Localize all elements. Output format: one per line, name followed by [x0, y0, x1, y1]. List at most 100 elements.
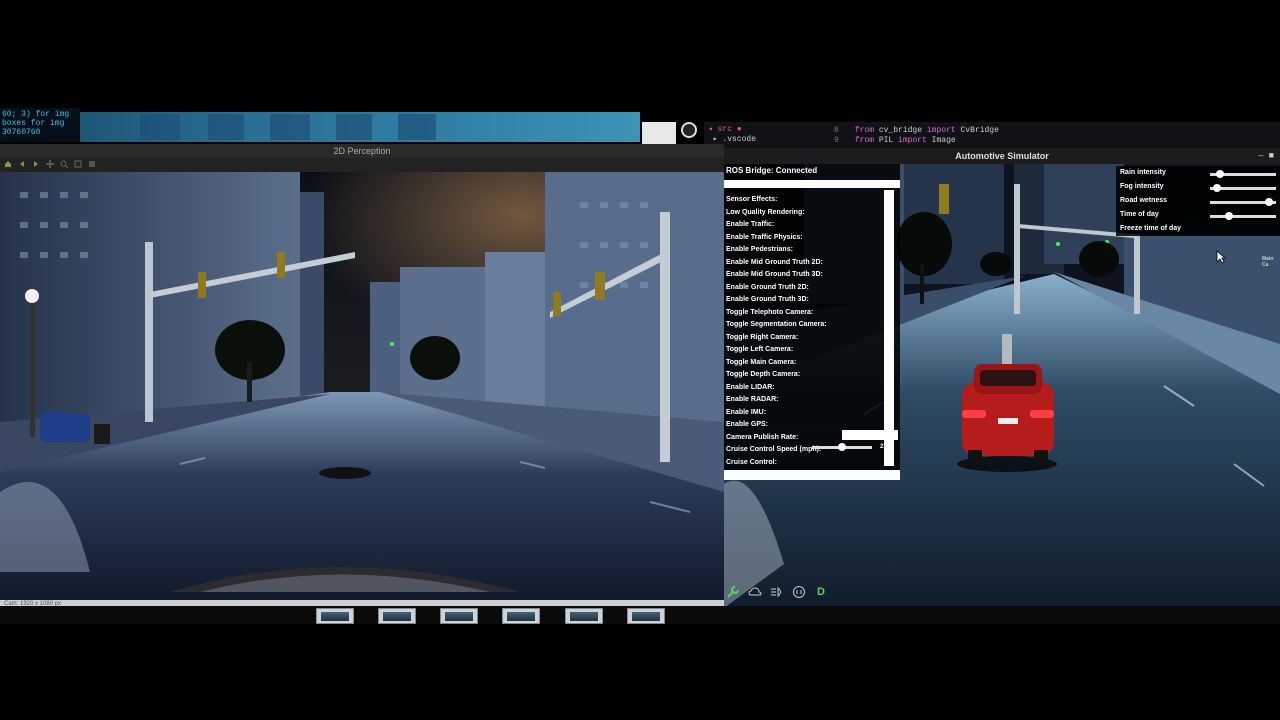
taskbar-thumbnail[interactable] — [316, 608, 354, 624]
back-icon[interactable] — [18, 160, 26, 168]
close-icon[interactable]: ■ — [1269, 150, 1274, 160]
save-icon[interactable] — [88, 160, 96, 168]
setting-sensor-effects[interactable]: Sensor Effects: — [726, 194, 827, 207]
weather-row-fog: Fog intensity — [1120, 183, 1278, 195]
configure-icon[interactable] — [74, 160, 82, 168]
ros-bridge-status: ROS Bridge: Connected — [726, 166, 817, 175]
file-tree: ◂ src ● ▸ .vscode — [708, 125, 756, 145]
camera-thumb-icon — [398, 114, 436, 140]
background-window-strip — [80, 112, 640, 142]
publish-rate-input[interactable] — [842, 430, 898, 440]
setting-enable-imu[interactable]: Enable IMU: — [726, 407, 827, 420]
drive-icon[interactable]: D — [814, 585, 828, 599]
setting-cruise-control[interactable]: Cruise Control: — [726, 457, 827, 470]
weather-row-rain: Rain intensity — [1120, 169, 1278, 181]
setting-telephoto-camera[interactable]: Toggle Telephoto Camera: — [726, 307, 827, 320]
minimize-icon[interactable]: – — [1259, 150, 1264, 160]
setting-enable-pedestrians[interactable]: Enable Pedestrians: — [726, 244, 827, 257]
panel-footer — [724, 470, 900, 480]
terminal-window[interactable]: 60; 3) for img boxes for img 30760760 — [0, 108, 80, 142]
terminal-line: 60; 3) for img — [2, 110, 70, 119]
rain-slider[interactable] — [1210, 170, 1276, 178]
slider-handle[interactable] — [1212, 184, 1221, 192]
taskbar-thumbnail[interactable] — [378, 608, 416, 624]
rain-label: Rain intensity — [1120, 169, 1166, 176]
headlights-icon[interactable] — [770, 585, 784, 599]
weather-row-time: Time of day — [1120, 211, 1278, 223]
wrench-icon[interactable] — [726, 585, 740, 599]
settings-list: Sensor Effects: Low Quality Rendering: E… — [726, 194, 827, 469]
ros-bridge-value: Connected — [775, 166, 818, 175]
cruise-speed-slider[interactable] — [812, 443, 872, 451]
setting-enable-traffic[interactable]: Enable Traffic: — [726, 219, 827, 232]
wetness-label: Road wetness — [1120, 197, 1168, 204]
home-icon[interactable] — [4, 160, 12, 168]
ros-bridge-label: ROS Bridge: — [726, 166, 774, 175]
pan-icon[interactable] — [46, 160, 54, 168]
forward-icon[interactable] — [32, 160, 40, 168]
weather-row-wetness: Road wetness — [1120, 197, 1278, 209]
slider-handle[interactable] — [1215, 170, 1224, 178]
terminal-line: 30760760 — [2, 128, 41, 137]
window-thumb — [208, 114, 244, 140]
setting-ground-truth-2d[interactable]: Enable Ground Truth 2D: — [726, 282, 827, 295]
cruise-speed-value: 21.0 — [880, 444, 892, 450]
setting-right-camera[interactable]: Toggle Right Camera: — [726, 332, 827, 345]
window-controls: – ■ — [1259, 150, 1274, 160]
city-street-render — [0, 172, 724, 600]
setting-left-camera[interactable]: Toggle Left Camera: — [726, 344, 827, 357]
zoom-icon[interactable] — [60, 160, 68, 168]
taskbar-thumbnail[interactable] — [565, 608, 603, 624]
cruise-control-checkbox[interactable] — [884, 456, 894, 466]
taskbar-thumbnail[interactable] — [502, 608, 540, 624]
screen: 60; 3) for img boxes for img 30760760 ◂ … — [0, 0, 1280, 720]
weather-panel: Rain intensity Fog intensity Road wetnes… — [1116, 166, 1280, 236]
window-title: 2D Perception — [0, 144, 724, 158]
setting-enable-traffic-physics[interactable]: Enable Traffic Physics: — [726, 232, 827, 245]
window-title: Automotive Simulator — [724, 148, 1280, 164]
window-thumb — [140, 114, 180, 140]
setting-mid-ground-truth-2d[interactable]: Enable Mid Ground Truth 2D: — [726, 257, 827, 270]
setting-enable-lidar[interactable]: Enable LIDAR: — [726, 382, 827, 395]
code-lines: 8 from cv_bridge import CvBridge 9 from … — [834, 126, 999, 146]
slider-handle[interactable] — [1224, 212, 1233, 220]
slider-handle[interactable] — [838, 443, 846, 451]
taskbar-thumbnail[interactable] — [627, 608, 665, 624]
setting-mid-ground-truth-3d[interactable]: Enable Mid Ground Truth 3D: — [726, 269, 827, 282]
perception-window[interactable]: 2D Perception Cam: 1920 x 1080 px — [0, 144, 724, 608]
blank-panel — [642, 122, 676, 144]
code-line: 9 from PIL import Image — [834, 136, 956, 145]
sensor-settings-panel: ROS Bridge: Connected Sensor Effects: Lo… — [724, 164, 900, 480]
taskbar — [0, 606, 1280, 624]
window-thumb — [336, 114, 372, 140]
time-label: Time of day — [1120, 211, 1159, 218]
code-editor[interactable]: ◂ src ● ▸ .vscode 8 from cv_bridge impor… — [704, 122, 1280, 148]
setting-low-quality-rendering[interactable]: Low Quality Rendering: — [726, 207, 827, 220]
setting-enable-radar[interactable]: Enable RADAR: — [726, 394, 827, 407]
cloud-icon[interactable] — [748, 585, 762, 599]
setting-segmentation-camera[interactable]: Toggle Segmentation Camera: — [726, 319, 827, 332]
slider-handle[interactable] — [1265, 198, 1274, 206]
setting-ground-truth-3d[interactable]: Enable Ground Truth 3D: — [726, 294, 827, 307]
perception-toolbar — [4, 160, 96, 168]
window-thumb — [270, 114, 310, 140]
time-slider[interactable] — [1210, 212, 1276, 220]
freeze-time-label[interactable]: Freeze time of day — [1120, 225, 1181, 232]
taskbar-thumbnail[interactable] — [440, 608, 478, 624]
tree-item-src[interactable]: ◂ src ● — [708, 125, 756, 135]
setting-camera-publish-rate: Camera Publish Rate: — [726, 433, 799, 441]
fog-slider[interactable] — [1210, 184, 1276, 192]
panel-divider — [724, 180, 900, 188]
main-camera-label: Main Ca — [1262, 256, 1274, 268]
app-launcher-icon[interactable] — [681, 122, 697, 138]
gauge-icon[interactable] — [792, 585, 806, 599]
setting-enable-gps[interactable]: Enable GPS: — [726, 419, 827, 432]
setting-depth-camera[interactable]: Toggle Depth Camera: — [726, 369, 827, 382]
front-camera-view — [0, 172, 724, 600]
weather-row-freeze[interactable]: Freeze time of day — [1120, 225, 1278, 237]
checkbox-column[interactable] — [884, 190, 894, 460]
code-line: 8 from cv_bridge import CvBridge — [834, 126, 999, 135]
wetness-slider[interactable] — [1210, 198, 1276, 206]
mouse-cursor-icon — [1216, 250, 1226, 264]
setting-main-camera[interactable]: Toggle Main Camera: — [726, 357, 827, 370]
